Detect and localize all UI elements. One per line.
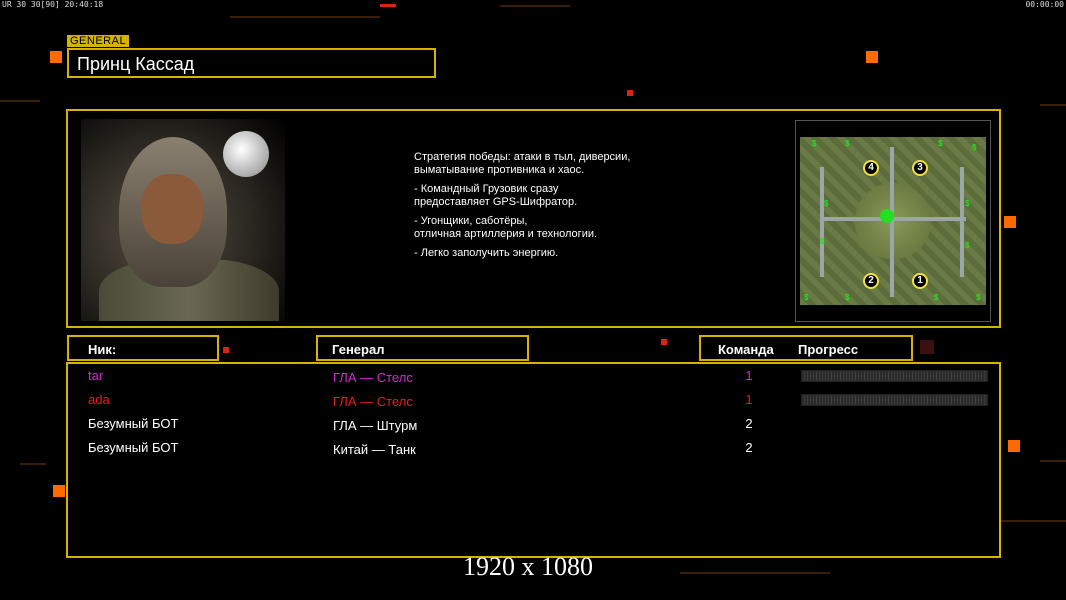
player-team: 2 bbox=[745, 440, 753, 455]
general-name-box: Принц Кассад bbox=[67, 48, 436, 78]
dollar-icon: $ bbox=[804, 293, 809, 302]
player-nick: tar bbox=[88, 368, 104, 383]
dollar-icon: $ bbox=[824, 199, 829, 208]
strategy-line: - Угонщики, саботёры, отличная артиллери… bbox=[414, 215, 598, 240]
loading-progress-bar bbox=[801, 394, 988, 406]
strategy-line: - Легко заполучить энергию. bbox=[414, 247, 559, 259]
spawn-marker[interactable]: 2 bbox=[863, 273, 879, 289]
map-terrain: 4 3 2 1 $ $ $ $ $ $ $ $ $ $ $ $ bbox=[800, 137, 986, 305]
player-team: 1 bbox=[745, 392, 753, 407]
player-general: ГЛА — Штурм bbox=[333, 418, 418, 433]
dollar-icon: $ bbox=[965, 241, 970, 250]
player-nick: Безумный БОТ bbox=[88, 440, 179, 455]
loading-progress-bar bbox=[801, 370, 988, 382]
map-road bbox=[960, 167, 964, 277]
dollar-icon: $ bbox=[820, 237, 825, 246]
dollar-icon: $ bbox=[965, 199, 970, 208]
dollar-icon: $ bbox=[845, 293, 850, 302]
portrait-face bbox=[141, 174, 203, 244]
dollar-icon: $ bbox=[938, 139, 943, 148]
dollar-icon: $ bbox=[972, 143, 977, 152]
general-name: Принц Кассад bbox=[77, 54, 195, 74]
player-general: ГЛА — Стелс bbox=[333, 370, 413, 385]
column-header-progress-label: Прогресс bbox=[798, 342, 859, 357]
player-nick: Безумный БОТ bbox=[88, 416, 179, 431]
spawn-marker[interactable]: 3 bbox=[912, 160, 928, 176]
column-header-general[interactable]: Генерал bbox=[316, 335, 529, 361]
player-row[interactable]: tar ГЛА — Стелс 1 bbox=[68, 366, 999, 388]
map-preview[interactable]: 4 3 2 1 $ $ $ $ $ $ $ $ $ $ $ $ bbox=[795, 120, 991, 322]
dollar-icon: $ bbox=[845, 139, 850, 148]
dollar-icon: $ bbox=[812, 139, 817, 148]
spawn-marker[interactable]: 1 bbox=[912, 273, 928, 289]
player-team: 2 bbox=[745, 416, 753, 431]
general-portrait bbox=[81, 119, 285, 321]
players-list: tar ГЛА — Стелс 1 ada ГЛА — Стелс 1 Безу… bbox=[66, 362, 1001, 558]
player-general: Китай — Танк bbox=[333, 442, 416, 457]
supply-center bbox=[880, 209, 894, 223]
column-header-nick-label: Ник: bbox=[88, 342, 117, 357]
strategy-description: Стратегия победы: атаки в тыл, диверсии,… bbox=[414, 151, 744, 266]
player-row[interactable]: Безумный БОТ Китай — Танк 2 bbox=[68, 438, 999, 460]
strategy-line: Стратегия победы: атаки в тыл, диверсии,… bbox=[414, 151, 631, 176]
moon-graphic bbox=[223, 131, 269, 177]
column-header-general-label: Генерал bbox=[332, 342, 385, 357]
column-header-team-label: Команда bbox=[718, 342, 774, 357]
player-team: 1 bbox=[745, 368, 753, 383]
player-nick: ada bbox=[88, 392, 110, 407]
dollar-icon: $ bbox=[934, 293, 939, 302]
column-header-team-progress[interactable]: Команда Прогресс bbox=[699, 335, 913, 361]
strategy-line: - Командный Грузовик сразу предоставляет… bbox=[414, 183, 578, 208]
dollar-icon: $ bbox=[976, 293, 981, 302]
player-row[interactable]: ada ГЛА — Стелс 1 bbox=[68, 390, 999, 412]
map-road bbox=[820, 167, 824, 277]
general-info-panel: Стратегия победы: атаки в тыл, диверсии,… bbox=[66, 109, 1001, 328]
fps-readout: UR 30 30[90] 20:40:18 bbox=[2, 0, 104, 9]
column-header-nick[interactable]: Ник: bbox=[67, 335, 219, 361]
timer-readout: 00:00:00 bbox=[1025, 0, 1064, 9]
player-row[interactable]: Безумный БОТ ГЛА — Штурм 2 bbox=[68, 414, 999, 436]
resolution-caption: 1920 x 1080 bbox=[463, 552, 593, 581]
spawn-marker[interactable]: 4 bbox=[863, 160, 879, 176]
general-tag: GENERAL bbox=[67, 35, 130, 47]
player-general: ГЛА — Стелс bbox=[333, 394, 413, 409]
